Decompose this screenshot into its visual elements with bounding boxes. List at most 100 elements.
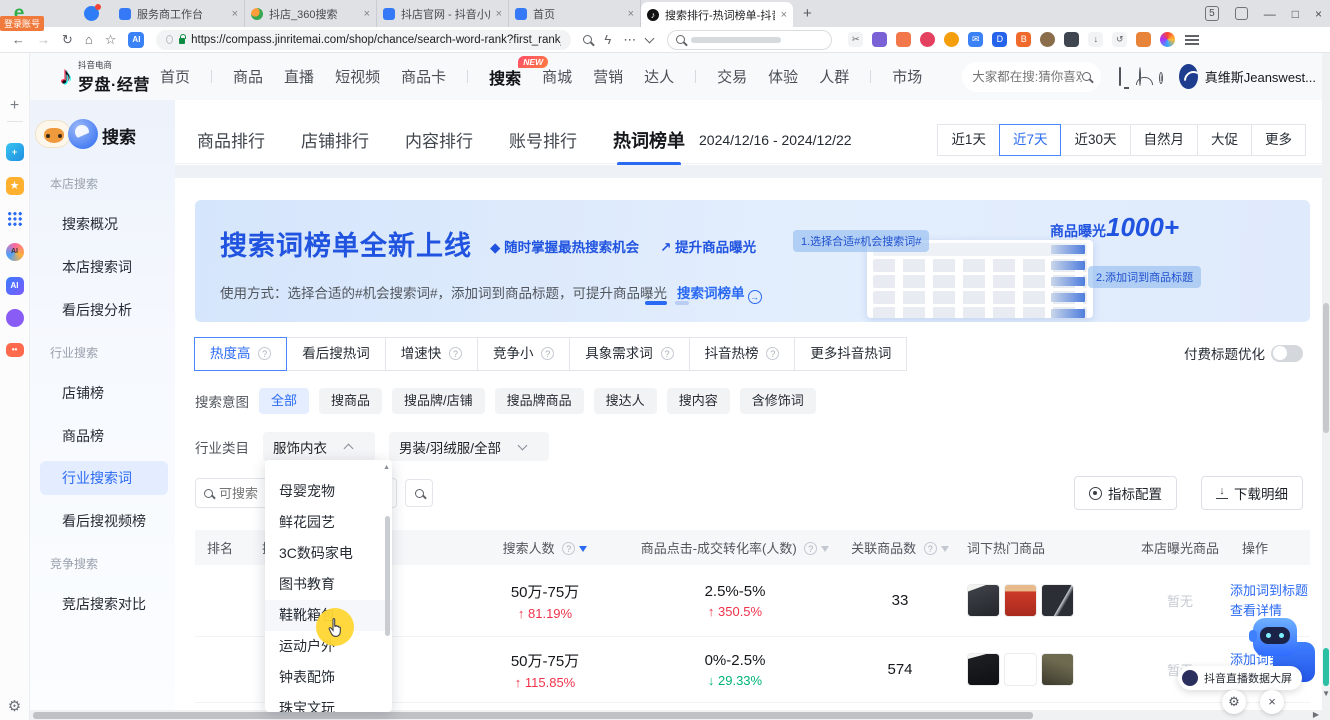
intent-chip-all[interactable]: 全部 [259, 388, 309, 414]
nav-item-home[interactable]: 首页 [160, 66, 190, 87]
filter-tab-concrete-demand[interactable]: 具象需求词 ? [569, 337, 689, 371]
feedback-monitor-icon[interactable] [1119, 67, 1121, 86]
nav-item-market[interactable]: 市场 [892, 66, 922, 87]
filter-tab-low-competition[interactable]: 竞争小 ? [477, 337, 570, 371]
nav-item-search[interactable]: 搜索NEW [489, 65, 521, 89]
filter-tab-douyin-hot[interactable]: 抖音热榜 ? [689, 337, 796, 371]
intent-chip-modifier[interactable]: 含修饰词 [740, 388, 816, 414]
tab-close-icon[interactable]: × [628, 8, 634, 20]
site-info-icon[interactable] [166, 35, 173, 44]
filter-tab-after-view[interactable]: 看后搜热词 [286, 337, 386, 371]
b-extension-icon[interactable]: B [1016, 32, 1031, 47]
strip-purple-app-icon[interactable] [6, 309, 24, 327]
sort-icon[interactable] [941, 546, 949, 552]
category-primary-select[interactable]: 服饰内衣 [263, 432, 375, 461]
range-more-button[interactable]: 更多 [1251, 124, 1306, 156]
sidebar-item-competitor-compare[interactable]: 竞店搜索对比 [40, 587, 168, 621]
nav-item-daren[interactable]: 达人 [644, 66, 674, 87]
nav-item-product-card[interactable]: 商品卡 [401, 66, 446, 87]
strip-favorites-star-icon[interactable]: ★ [6, 177, 24, 195]
range-30d-button[interactable]: 近30天 [1060, 124, 1130, 156]
ai-assistant-icon[interactable]: AI [128, 32, 144, 48]
help-icon[interactable]: ? [766, 347, 779, 360]
sidebar-item-product-rank[interactable]: 商品榜 [40, 419, 168, 453]
tab-count-badge[interactable]: 5 [1205, 6, 1219, 21]
col-related-products[interactable]: 关联商品数 ? [845, 538, 955, 557]
filter-tab-more-hot-words[interactable]: 更多抖音热词 [794, 337, 907, 371]
filter-tab-hot[interactable]: 热度高 ? [194, 337, 287, 371]
rank-tab-content[interactable]: 内容排行 [405, 127, 473, 152]
filter-tab-fast-growth[interactable]: 增速快 ? [385, 337, 478, 371]
assistant-tooltip[interactable]: 抖音直播数据大屏 [1178, 666, 1302, 690]
carousel-dots[interactable] [645, 301, 689, 305]
sidebar-item-search-overview[interactable]: 搜索概况 [40, 207, 168, 241]
rank-tab-product[interactable]: 商品排行 [197, 127, 265, 152]
robot-mascot-icon[interactable] [1253, 618, 1297, 656]
toolbar-expand-icon[interactable] [645, 33, 655, 43]
d-extension-icon[interactable]: D [992, 32, 1007, 47]
nav-item-crowd[interactable]: 人群 [819, 66, 849, 87]
col-hot-products[interactable]: 词下热门商品 [955, 538, 1130, 557]
sidebar-item-after-view-video-rank[interactable]: 看后搜视频榜 [40, 504, 168, 538]
browser-menu-icon[interactable] [1185, 35, 1199, 45]
category-option-mother-baby-pet[interactable]: 母婴宠物 [265, 476, 392, 507]
home-icon[interactable]: ⌂ [85, 32, 93, 47]
url-text[interactable]: https://compass.jinritemai.com/shop/chan… [191, 34, 561, 46]
more-actions-icon[interactable]: ⋯ [623, 32, 636, 48]
fox-mascot-icon[interactable] [35, 120, 71, 148]
sort-desc-icon[interactable] [579, 546, 587, 552]
scroll-down-icon[interactable]: ▼ [1322, 689, 1330, 698]
assistant-settings-button[interactable]: ⚙ [1222, 690, 1246, 714]
help-icon[interactable]: ? [562, 542, 575, 555]
tab-close-icon[interactable]: × [364, 8, 370, 20]
help-icon[interactable]: ? [804, 542, 817, 555]
brand-logo[interactable]: ♪ 抖音电商 罗盘·经营 [60, 59, 160, 95]
amber-circle-extension-icon[interactable] [944, 32, 959, 47]
product-thumb[interactable] [1004, 584, 1037, 617]
new-tab-button[interactable]: + [803, 5, 812, 22]
back-icon[interactable]: ← [12, 32, 25, 47]
quick-action-icon[interactable]: ϟ [604, 32, 611, 47]
toolbox-extension-icon[interactable] [1136, 32, 1151, 47]
window-maximize-button[interactable]: □ [1292, 7, 1299, 21]
login-account-badge[interactable]: 登录账号 [0, 16, 44, 31]
assistant-close-button[interactable]: × [1260, 690, 1284, 714]
pinned-notification-icon[interactable] [84, 6, 99, 21]
zoom-search-icon[interactable] [583, 35, 592, 44]
product-thumb[interactable] [1041, 584, 1074, 617]
nav-item-live[interactable]: 直播 [284, 66, 314, 87]
sidebar-item-shop-rank[interactable]: 店铺榜 [40, 376, 168, 410]
help-icon[interactable]: ? [541, 347, 554, 360]
banner-link[interactable]: 搜索词榜单 [677, 286, 745, 301]
purple-extension-icon[interactable] [872, 32, 887, 47]
scissors-extension-icon[interactable]: ✂ [848, 32, 863, 47]
sidebar-item-industry-search-words[interactable]: 行业搜索词 [40, 461, 168, 495]
global-search-box[interactable] [962, 62, 1101, 92]
browser-tab-1[interactable]: 服务商工作台 × [113, 0, 245, 27]
dropdown-scroll-up-icon[interactable]: ▲ [383, 464, 390, 471]
forward-icon[interactable]: → [37, 32, 50, 47]
tab-close-icon[interactable]: × [496, 8, 502, 20]
download-detail-button[interactable]: ↓下载明细 [1201, 476, 1303, 510]
vertical-scrollbar-thumb[interactable] [1323, 303, 1329, 433]
category-option-books-education[interactable]: 图书教育 [265, 569, 392, 600]
paid-title-toggle[interactable] [1271, 345, 1303, 362]
product-thumb[interactable] [967, 584, 1000, 617]
help-icon[interactable]: ? [924, 542, 937, 555]
dropdown-scrollbar[interactable] [385, 516, 390, 636]
strip-ai-square-icon[interactable]: AI [6, 277, 24, 295]
orange-extension-icon[interactable] [896, 32, 911, 47]
sidebar-item-shop-search-words[interactable]: 本店搜索词 [40, 250, 168, 284]
sort-icon[interactable] [821, 546, 829, 552]
scroll-right-icon[interactable]: ▶ [1313, 710, 1319, 719]
add-word-to-title-link[interactable]: 添加词到标题 [1230, 581, 1310, 601]
nav-item-short-video[interactable]: 短视频 [335, 66, 380, 87]
mail-extension-icon[interactable]: ✉ [968, 32, 983, 47]
sidebar-item-after-view-analysis[interactable]: 看后搜分析 [40, 293, 168, 327]
rank-tab-hot-words[interactable]: 热词榜单 [613, 127, 685, 153]
account-avatar[interactable] [1179, 64, 1198, 89]
range-1d-button[interactable]: 近1天 [937, 124, 1000, 156]
nav-item-mall[interactable]: 商城 [542, 66, 572, 87]
intent-chip-daren[interactable]: 搜达人 [594, 388, 657, 414]
intent-chip-product[interactable]: 搜商品 [319, 388, 382, 414]
